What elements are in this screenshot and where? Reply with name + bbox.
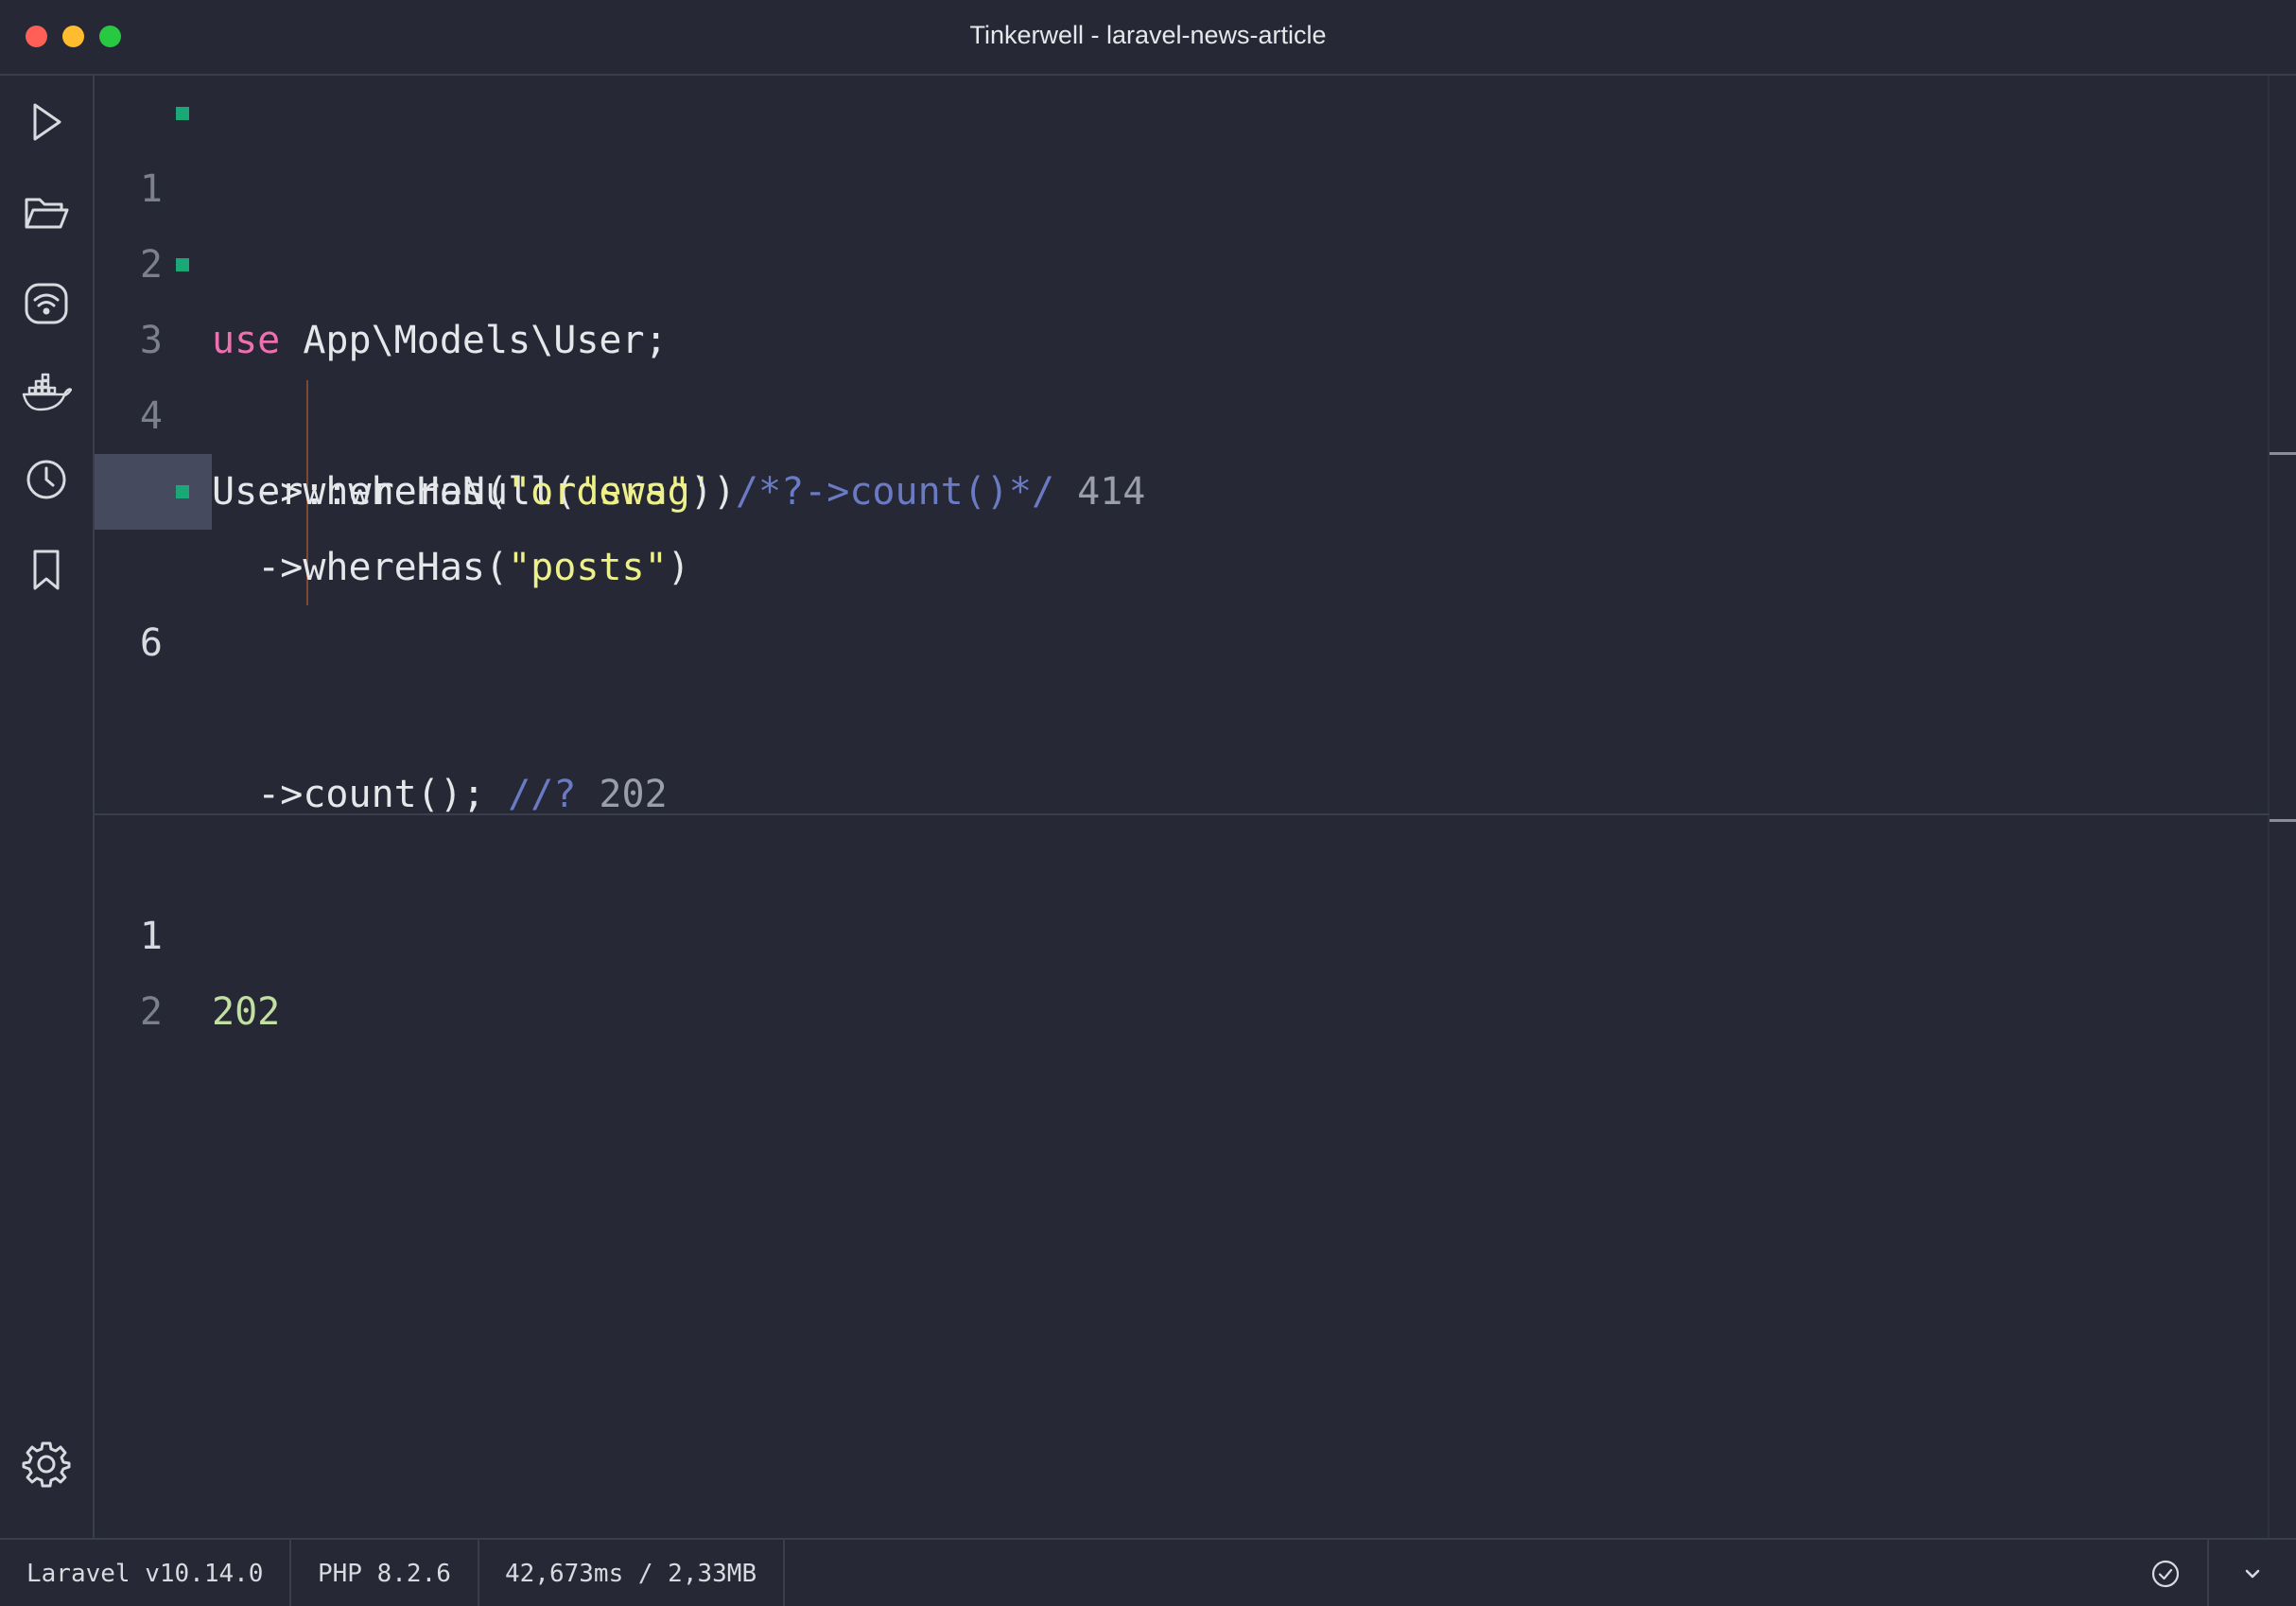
code-line[interactable]: 4 ->whereHas("orders") /*?->count()*/ 41…	[95, 303, 2270, 514]
folder-open-icon[interactable]	[21, 187, 72, 238]
status-bar: Laravel v10.14.0 PHP 8.2.6 42,673ms / 2,…	[0, 1538, 2296, 1606]
inline-result: 202	[576, 773, 668, 816]
line-marker	[176, 258, 189, 271]
line-marker	[176, 107, 189, 120]
output-panel[interactable]: 1 202 2	[95, 813, 2270, 1540]
code-line-active[interactable]: 6 ->count(); //? 202	[95, 454, 2270, 816]
code-line[interactable]: 1 use App\Models\User;	[95, 76, 2270, 362]
code-line[interactable]: 5 ->whereHas("posts")	[95, 378, 2270, 589]
status-divider	[2207, 1540, 2209, 1606]
bookmark-icon[interactable]	[21, 545, 72, 596]
output-scroll-marker[interactable]	[2270, 819, 2296, 822]
gear-icon[interactable]	[21, 1438, 72, 1489]
window-title: Tinkerwell - laravel-news-article	[969, 21, 1327, 49]
active-line-highlight	[95, 454, 212, 530]
history-clock-icon[interactable]	[21, 454, 72, 505]
line-number: 6	[139, 621, 163, 665]
editor-scroll-marker[interactable]	[2270, 452, 2296, 455]
code-editor[interactable]: 1 use App\Models\User; 2 3 User::whereNu…	[95, 76, 2270, 816]
laravel-version: Laravel v10.14.0	[0, 1540, 292, 1606]
docker-icon[interactable]	[21, 367, 73, 418]
output-line: 1 202	[95, 823, 2270, 1034]
app-window: Tinkerwell - laravel-news-article 1 use …	[0, 0, 2296, 1606]
chevron-down-icon[interactable]	[2237, 1559, 2268, 1589]
sidebar	[0, 76, 95, 1538]
code-line[interactable]: 3 User::whereNull('swag')	[95, 227, 2270, 514]
php-version: PHP 8.2.6	[291, 1540, 479, 1606]
output-line: 2	[95, 899, 2270, 1034]
code-text: ->whereHas("posts")	[212, 546, 690, 589]
line-number: 2	[139, 990, 163, 1034]
remote-connection-icon[interactable]	[21, 278, 72, 329]
play-icon[interactable]	[21, 96, 72, 148]
check-circle-icon[interactable]	[2150, 1559, 2181, 1589]
line-marker	[176, 485, 189, 498]
code-line[interactable]: 2	[95, 151, 2270, 287]
performance-stats: 42,673ms / 2,33MB	[478, 1540, 786, 1606]
title-bar: Tinkerwell - laravel-news-article	[0, 0, 2296, 76]
